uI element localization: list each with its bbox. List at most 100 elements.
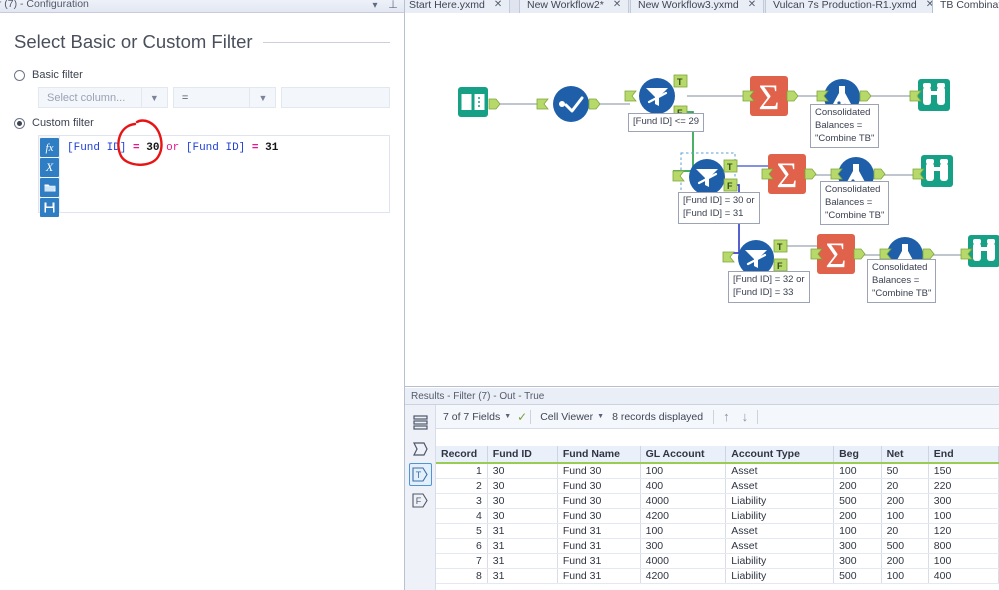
close-icon[interactable]: ✕ xyxy=(748,0,756,13)
tool-browse-2 xyxy=(921,155,953,187)
true-label: T xyxy=(416,470,422,480)
open-folder-icon[interactable] xyxy=(40,178,59,197)
column-header-account-type[interactable]: Account Type xyxy=(725,446,835,464)
pin-icon[interactable]: ⊥ xyxy=(386,0,400,12)
cell-beg: 500 xyxy=(833,493,882,509)
basic-filter-option[interactable]: Basic filter xyxy=(14,69,390,81)
annotation-line: Consolidated xyxy=(815,107,871,118)
chevron-down-icon[interactable]: ▼ xyxy=(504,413,511,420)
tab-new-workflow3[interactable]: New Workflow3.yxmd ✕ xyxy=(630,0,765,13)
cell-account-type: Liability xyxy=(725,568,835,584)
basic-filter-radio[interactable] xyxy=(14,69,25,81)
formula-3-annotation: Consolidated Balances = "Combine TB" xyxy=(867,259,937,304)
check-icon[interactable]: ✓ xyxy=(517,410,527,424)
tool-browse-1 xyxy=(918,79,950,111)
cell-net: 200 xyxy=(881,553,929,569)
table-row[interactable]: 4 30 Fund 30 4200 Liability 200 100 100 xyxy=(436,508,999,524)
close-icon[interactable]: ✕ xyxy=(494,0,502,13)
operator-value: = xyxy=(181,91,189,104)
table-row[interactable]: 5 31 Fund 31 100 Asset 100 20 120 xyxy=(436,523,999,539)
close-icon[interactable]: ✕ xyxy=(613,0,621,13)
cell-fund-id: 31 xyxy=(487,523,558,539)
custom-filter-option[interactable]: Custom filter xyxy=(14,117,390,129)
cell-beg: 100 xyxy=(833,463,882,479)
layers-icon[interactable] xyxy=(409,411,432,434)
cell-account-type: Asset xyxy=(725,538,835,554)
tab-label: Vulcan 7s Production-R1.yxmd xyxy=(773,0,917,11)
output-anchor-icon[interactable] xyxy=(409,437,432,460)
cell-beg: 100 xyxy=(833,523,882,539)
cell-fund-name: Fund 30 xyxy=(557,508,641,524)
false-output-icon[interactable]: F xyxy=(409,489,432,512)
filter-value-input[interactable] xyxy=(281,87,390,108)
column-header-fund-id[interactable]: Fund ID xyxy=(487,446,558,464)
results-grid[interactable]: Record Fund ID Fund Name GL Account Acco… xyxy=(436,446,999,590)
tool-filter-2 xyxy=(689,159,725,195)
cell-viewer-label: Cell Viewer xyxy=(540,410,594,423)
tab-vulcan-7s-production[interactable]: Vulcan 7s Production-R1.yxmd ✕ xyxy=(765,0,943,13)
page-title: Select Basic or Custom Filter xyxy=(14,31,253,52)
tab-start-here[interactable]: Start Here.yxmd ✕ xyxy=(405,0,511,13)
cell-fund-name: Fund 30 xyxy=(557,493,641,509)
arrow-up-icon[interactable]: ↑ xyxy=(717,409,736,424)
cell-end: 300 xyxy=(928,493,999,509)
cell-record: 7 xyxy=(436,553,488,569)
cell-account-type: Liability xyxy=(725,553,835,569)
tab-tb-combination[interactable]: TB Combination.yxmd xyxy=(932,0,999,13)
column-header-end[interactable]: End xyxy=(928,446,999,464)
annotation-line: "Combine TB" xyxy=(825,209,885,221)
table-row[interactable]: 8 31 Fund 31 4200 Liability 500 100 400 xyxy=(436,568,999,584)
cell-fund-id: 31 xyxy=(487,538,558,554)
configuration-titlebar: er (7) - Configuration ▾ ⊥ xyxy=(0,0,404,13)
cell-end: 120 xyxy=(928,523,999,539)
arrow-down-icon[interactable]: ↓ xyxy=(736,409,755,424)
cell-beg: 500 xyxy=(833,568,882,584)
filter-1-annotation: [Fund ID] <= 29 xyxy=(628,113,705,132)
table-row[interactable]: 2 30 Fund 30 400 Asset 200 20 220 xyxy=(436,478,999,494)
expr-token-op-1: = xyxy=(133,142,140,154)
table-row[interactable]: 6 31 Fund 31 300 Asset 300 500 800 xyxy=(436,538,999,554)
column-header-fund-name[interactable]: Fund Name xyxy=(557,446,641,464)
cell-end: 400 xyxy=(928,568,999,584)
column-header-record[interactable]: Record xyxy=(436,446,488,464)
column-header-gl-account[interactable]: GL Account xyxy=(640,446,727,464)
filter-3-annotation: [Fund ID] = 32 or [Fund ID] = 33 xyxy=(728,271,810,303)
chevron-down-icon[interactable]: ▾ xyxy=(368,0,382,12)
expression-text[interactable]: [Fund ID] = 30 or [Fund ID] = 31 xyxy=(60,136,389,212)
table-row[interactable]: 3 30 Fund 30 4000 Liability 500 200 300 xyxy=(436,493,999,509)
cell-fund-name: Fund 30 xyxy=(557,463,641,479)
operator-dropdown[interactable]: = ▼ xyxy=(172,87,277,108)
cell-gl-account: 300 xyxy=(640,538,727,554)
column-header-net[interactable]: Net xyxy=(881,446,929,464)
annotation-line: "Combine TB" xyxy=(872,287,932,299)
function-icon[interactable]: fx xyxy=(40,138,59,157)
true-output-icon[interactable]: T xyxy=(408,463,432,486)
chevron-down-icon[interactable]: ▼ xyxy=(249,88,275,107)
cell-net: 20 xyxy=(881,523,929,539)
expr-token-num-2: 31 xyxy=(265,142,279,154)
expr-token-op-2: = xyxy=(251,142,259,154)
tab-new-workflow2[interactable]: New Workflow2* ✕ xyxy=(519,0,630,13)
basic-filter-label: Basic filter xyxy=(32,69,83,81)
fields-selector[interactable]: 7 of 7 Fields ▼ xyxy=(437,411,517,423)
cell-account-type: Asset xyxy=(725,463,835,479)
custom-filter-radio[interactable] xyxy=(14,117,25,129)
cell-viewer-selector[interactable]: Cell Viewer ▼ xyxy=(534,411,610,423)
chevron-down-icon[interactable]: ▼ xyxy=(140,88,167,107)
variable-icon[interactable]: X xyxy=(40,158,59,177)
table-row[interactable]: 7 31 Fund 31 4000 Liability 300 200 100 xyxy=(436,553,999,569)
chevron-down-icon[interactable]: ▼ xyxy=(597,413,604,420)
basic-filter-controls: Select column... ▼ = ▼ xyxy=(38,87,390,108)
cell-beg: 300 xyxy=(833,553,882,569)
table-row[interactable]: 1 30 Fund 30 100 Asset 100 50 150 xyxy=(436,463,999,479)
tool-summarize-1: Σ xyxy=(750,76,788,117)
cell-gl-account: 4000 xyxy=(640,553,727,569)
tool-summarize-3: Σ xyxy=(817,234,855,275)
workflow-canvas[interactable]: T T F Σ xyxy=(405,13,999,387)
annotation-line: Balances = xyxy=(825,196,873,208)
save-icon[interactable] xyxy=(40,198,59,217)
column-header-beg[interactable]: Beg xyxy=(833,446,882,464)
cell-account-type: Liability xyxy=(725,508,835,524)
table-header-row: Record Fund ID Fund Name GL Account Acco… xyxy=(436,446,999,464)
select-column-dropdown[interactable]: Select column... ▼ xyxy=(38,87,168,108)
